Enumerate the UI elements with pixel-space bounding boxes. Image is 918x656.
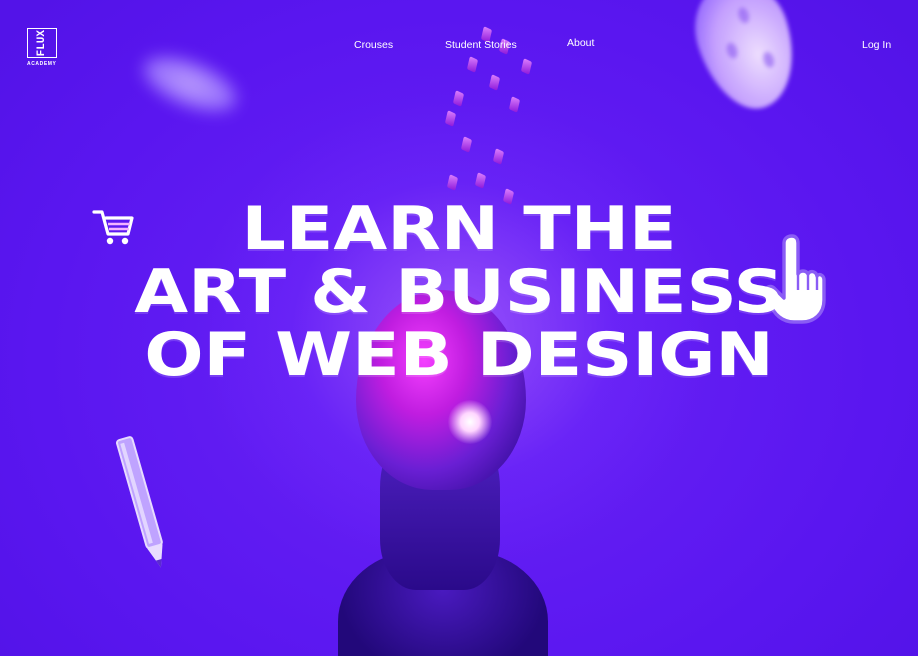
flux-academy-logo[interactable]: FLUX ACADEMY	[27, 28, 61, 70]
logo-mark: FLUX	[36, 29, 48, 57]
nav-about-link[interactable]: About	[567, 37, 594, 49]
hero-headline: LEARN THE ART & BUSINESS OF WEB DESIGN	[0, 198, 918, 387]
shard	[488, 74, 501, 91]
shard	[508, 96, 521, 113]
nav-student-stories-link[interactable]: Student Stories	[445, 39, 517, 51]
login-link[interactable]: Log In	[862, 39, 891, 51]
hero-headline-line-3: OF WEB DESIGN	[144, 320, 774, 390]
floating-blob-left	[135, 44, 245, 124]
hero-background: FLUX ACADEMY Crouses Student Stories Abo…	[0, 0, 918, 656]
pencil-icon	[116, 436, 163, 568]
blob-dot	[761, 50, 776, 69]
nav-courses-link[interactable]: Crouses	[354, 39, 393, 51]
shard	[446, 174, 459, 191]
logo-subtitle: ACADEMY	[27, 61, 57, 67]
blob-dot	[724, 41, 740, 60]
bust-glow	[448, 400, 492, 444]
blob-dot	[736, 6, 751, 25]
shard	[520, 58, 533, 75]
shard	[452, 90, 465, 107]
shard	[492, 148, 505, 165]
shard	[444, 110, 457, 127]
floating-blob-top	[682, 0, 810, 122]
logo-box: FLUX	[27, 28, 57, 58]
shard	[460, 136, 473, 153]
shard	[474, 172, 487, 189]
shard	[466, 56, 479, 73]
hero-headline-line-1: LEARN THE	[241, 194, 677, 264]
hero-headline-line-2: ART & BUSINESS	[134, 257, 784, 327]
